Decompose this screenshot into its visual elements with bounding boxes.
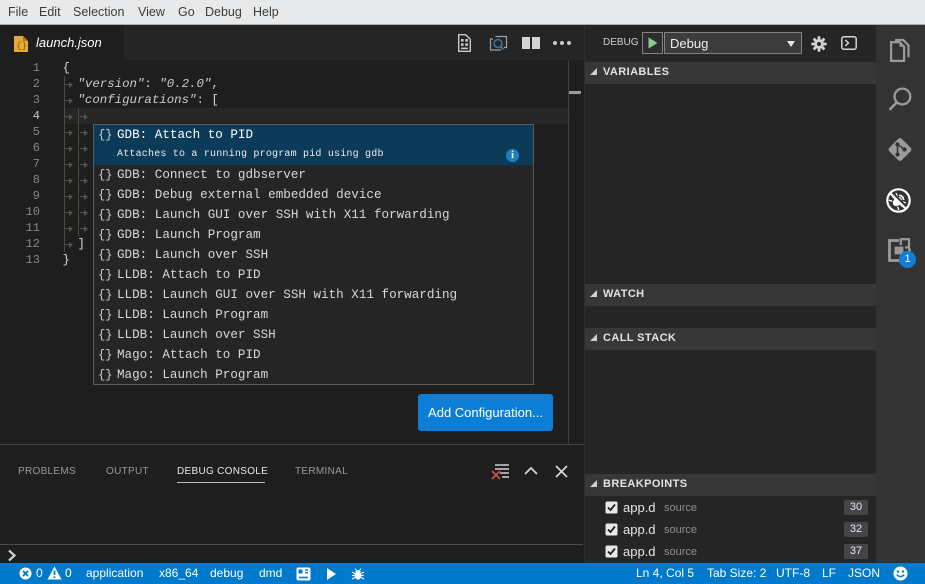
svg-text:{}: {} xyxy=(16,41,27,51)
